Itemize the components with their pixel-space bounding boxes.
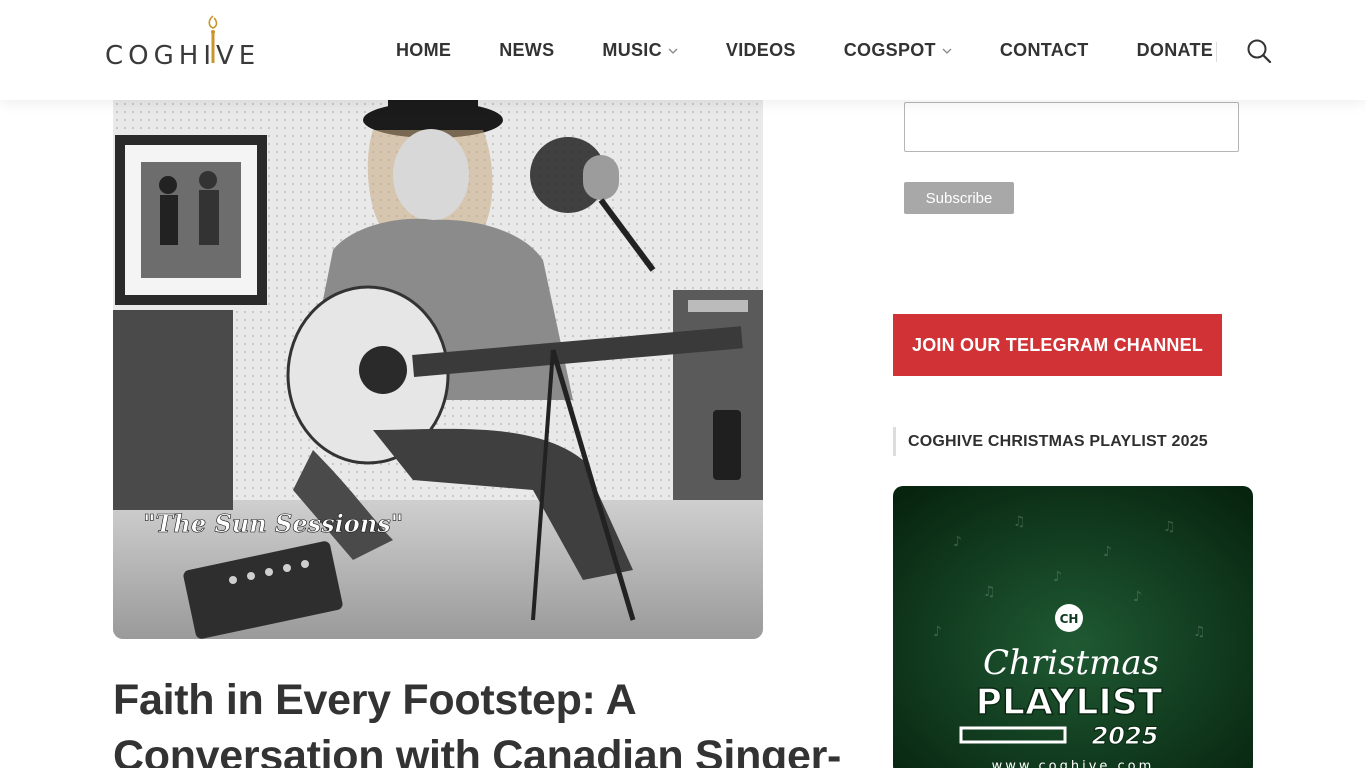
nav-videos[interactable]: VIDEOS (726, 40, 796, 61)
nav-contact[interactable]: CONTACT (1000, 40, 1089, 61)
ch-badge-text: CH (1060, 612, 1079, 626)
svg-text:♪: ♪ (1053, 569, 1062, 585)
svg-text:♪: ♪ (933, 624, 942, 640)
site-header: COGHIVE HOME NEWS MUSIC VIDEOS COGSPOT C… (0, 0, 1366, 100)
nav-music[interactable]: MUSIC (602, 40, 678, 61)
nav-news[interactable]: NEWS (499, 40, 554, 61)
subscribe-button[interactable]: Subscribe (904, 182, 1014, 214)
nav-label: DONATE (1136, 39, 1214, 60)
chevron-down-icon (942, 48, 952, 54)
svg-text:♪: ♪ (953, 534, 962, 550)
nav-label: COGSPOT (843, 39, 936, 60)
svg-text:♪: ♪ (1133, 589, 1142, 605)
search-icon[interactable] (1246, 38, 1272, 64)
christmas-playlist-banner[interactable]: ♪ ♫ ♪ ♫ ♫ ♪ ♪ ♫ ♪ CH Christmas PLAYLIST 2025 w… (893, 486, 1253, 768)
nav-label: VIDEOS (725, 39, 796, 60)
site-logo[interactable]: COGHIVE (105, 14, 275, 71)
svg-text:♫: ♫ (1013, 514, 1026, 530)
nav-cogspot[interactable]: COGSPOT (844, 40, 952, 61)
nav-divider (1216, 42, 1217, 62)
playlist-year: 2025 (1092, 722, 1159, 750)
nav-label: MUSIC (602, 39, 662, 60)
playlist-script-word: Christmas (983, 643, 1159, 683)
logo-text: COGHIVE (105, 41, 261, 71)
chevron-down-icon (668, 48, 678, 54)
telegram-channel-button[interactable]: JOIN OUR TELEGRAM CHANNEL (893, 314, 1222, 376)
nav-label: CONTACT (999, 39, 1089, 60)
svg-text:♫: ♫ (1193, 624, 1206, 640)
featured-image[interactable]: "The Sun Sessions" (113, 100, 763, 639)
logo-mark-icon (208, 15, 218, 63)
nav-home[interactable]: HOME (396, 40, 451, 61)
post-title[interactable]: Faith in Every Footstep: A Conversation … (113, 672, 853, 768)
hero-caption: "The Sun Sessions" (143, 509, 403, 538)
nav-label: NEWS (499, 39, 555, 60)
nav-donate[interactable]: DONATE (1137, 40, 1213, 61)
playlist-url: www.coghive.com (992, 759, 1155, 768)
email-field[interactable] (904, 102, 1239, 152)
playlist-word: PLAYLIST (976, 682, 1163, 723)
svg-text:♪: ♪ (1103, 544, 1112, 560)
playlist-widget-title: COGHIVE CHRISTMAS PLAYLIST 2025 (893, 427, 1208, 456)
svg-text:♫: ♫ (1163, 519, 1176, 535)
svg-text:♫: ♫ (983, 584, 996, 600)
nav-label: HOME (396, 39, 452, 60)
main-nav: HOME NEWS MUSIC VIDEOS COGSPOT CONTACT D… (396, 38, 1243, 62)
